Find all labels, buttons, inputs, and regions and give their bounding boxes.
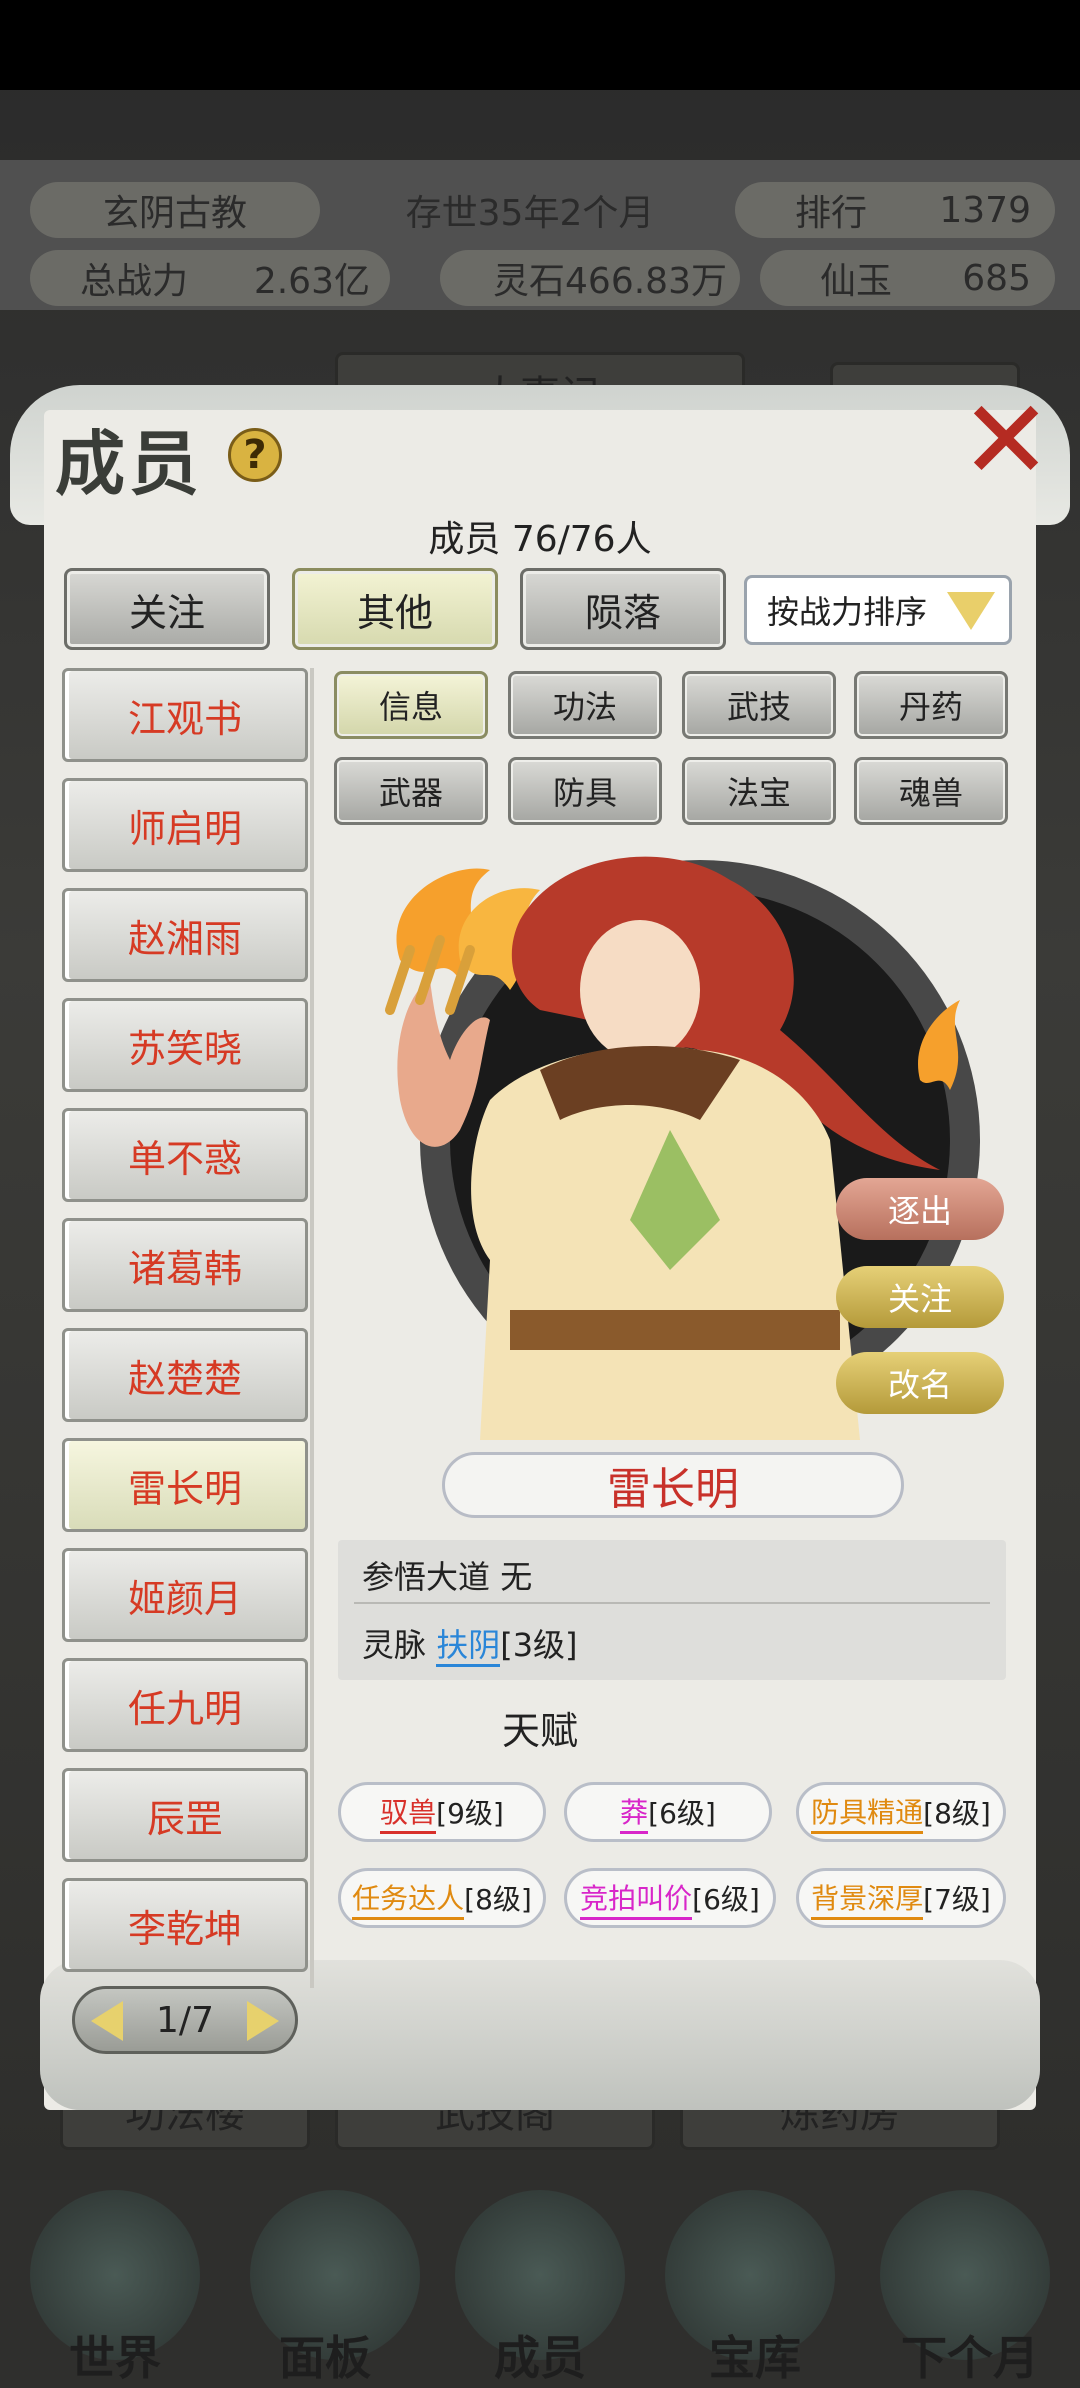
- talent-chip[interactable]: 莽 [6级]: [564, 1782, 772, 1842]
- tab-armor[interactable]: 防具: [508, 757, 662, 825]
- next-page-icon[interactable]: [247, 2001, 279, 2041]
- expel-button[interactable]: 逐出: [836, 1178, 1004, 1240]
- member-item[interactable]: 赵湘雨: [62, 888, 308, 982]
- member-item[interactable]: 苏笑晓: [62, 998, 308, 1092]
- member-item[interactable]: 江观书: [62, 668, 308, 762]
- info-box: 参悟大道 无 灵脉 扶阴[3级]: [338, 1540, 1006, 1680]
- rename-button[interactable]: 改名: [836, 1352, 1004, 1414]
- vein-row: 灵脉 扶阴[3级]: [362, 1620, 578, 1667]
- member-list: 江观书 师启明 赵湘雨 苏笑晓 单不惑 诸葛韩 赵楚楚 雷长明 姬颜月 任九明 …: [62, 668, 312, 1972]
- talent-chip[interactable]: 驭兽 [9级]: [338, 1782, 546, 1842]
- member-item[interactable]: 李乾坤: [62, 1878, 308, 1972]
- member-item[interactable]: 师启明: [62, 778, 308, 872]
- member-item[interactable]: 单不惑: [62, 1108, 308, 1202]
- pager: 1/7: [72, 1986, 298, 2054]
- status-bar: [0, 0, 1080, 90]
- talent-level: [8级]: [923, 1797, 991, 1830]
- spirit-stone: 灵石466.83万: [440, 250, 740, 306]
- talent-level: [8级]: [464, 1883, 532, 1916]
- talent-name: 竞拍叫价: [580, 1877, 693, 1920]
- talent-chip[interactable]: 竞拍叫价 [6级]: [564, 1868, 776, 1928]
- vein-level: [3级]: [500, 1626, 578, 1664]
- sort-dropdown[interactable]: 按战力排序: [744, 575, 1012, 645]
- character-portrait: [385, 856, 980, 1440]
- tab-techniques[interactable]: 武技: [682, 671, 836, 739]
- member-item[interactable]: 诸葛韩: [62, 1218, 308, 1312]
- talent-name: 防具精通: [811, 1791, 924, 1834]
- talent-name: 莽: [620, 1791, 649, 1834]
- talent-name: 驭兽: [380, 1791, 437, 1834]
- nav-treasury[interactable]: 宝库: [655, 2322, 855, 2388]
- dao-label: 参悟大道: [362, 1558, 491, 1596]
- talent-chip[interactable]: 任务达人 [8级]: [338, 1868, 546, 1928]
- nav-next-month[interactable]: 下个月: [870, 2322, 1070, 2388]
- rank-label: 排行: [795, 193, 868, 234]
- dao-row: 参悟大道 无: [362, 1552, 532, 1598]
- sect-name: 玄阴古教: [30, 182, 320, 238]
- talent-level: [6级]: [648, 1797, 716, 1830]
- talent-level: [9级]: [436, 1797, 504, 1830]
- nav-members[interactable]: 成员: [440, 2322, 640, 2388]
- member-item[interactable]: 辰罡: [62, 1768, 308, 1862]
- power-value: 2.63亿: [253, 261, 370, 302]
- member-item[interactable]: 姬颜月: [62, 1548, 308, 1642]
- rank-display: 排行 1379: [735, 182, 1055, 238]
- talent-header: 天赋: [0, 1700, 1080, 1755]
- bottom-nav: 世界 面板 成员 宝库 下个月: [0, 2180, 1080, 2388]
- jade-display: 仙玉 685: [760, 250, 1055, 306]
- tab-info[interactable]: 信息: [334, 671, 488, 739]
- member-count: 成员 76/76人: [428, 519, 652, 560]
- talent-level: [6级]: [692, 1883, 760, 1916]
- existence-duration: 存世35年2个月: [405, 193, 655, 234]
- sect-header: 玄阴古教 存世35年2个月 排行 1379 总战力 2.63亿 灵石466.83…: [0, 160, 1080, 310]
- tab-weapons[interactable]: 武器: [334, 757, 488, 825]
- member-item-selected[interactable]: 雷长明: [62, 1438, 308, 1532]
- member-item[interactable]: 赵楚楚: [62, 1328, 308, 1422]
- follow-button[interactable]: 关注: [836, 1266, 1004, 1328]
- filter-fallen[interactable]: 陨落: [520, 568, 726, 650]
- dao-value: 无: [500, 1558, 533, 1596]
- tab-pills[interactable]: 丹药: [854, 671, 1008, 739]
- nav-world[interactable]: 世界: [15, 2322, 215, 2388]
- close-icon[interactable]: ✕: [960, 385, 1052, 495]
- filter-other[interactable]: 其他: [292, 568, 498, 650]
- filter-follow[interactable]: 关注: [64, 568, 270, 650]
- tab-artifacts[interactable]: 法宝: [682, 757, 836, 825]
- vein-link[interactable]: 扶阴: [436, 1626, 501, 1667]
- chevron-down-icon: [947, 592, 995, 630]
- sort-label: 按战力排序: [767, 593, 928, 631]
- talent-chip[interactable]: 背景深厚 [7级]: [796, 1868, 1006, 1928]
- help-icon[interactable]: ?: [228, 428, 282, 482]
- modal-title: 成员: [55, 422, 203, 505]
- nav-panel[interactable]: 面板: [225, 2322, 425, 2388]
- page-indicator: 1/7: [156, 1999, 214, 2041]
- rank-value: 1379: [939, 189, 1031, 231]
- tab-skills[interactable]: 功法: [508, 671, 662, 739]
- talent-chip[interactable]: 防具精通 [8级]: [796, 1782, 1006, 1842]
- talent-title: 天赋: [501, 1709, 578, 1753]
- prev-page-icon[interactable]: [91, 2001, 123, 2041]
- tab-soul-beasts[interactable]: 魂兽: [854, 757, 1008, 825]
- total-power: 总战力 2.63亿: [30, 250, 390, 306]
- character-name: 雷长明: [442, 1452, 904, 1518]
- talent-level: [7级]: [923, 1883, 991, 1916]
- jade-value: 685: [962, 257, 1031, 299]
- divider: [354, 1602, 990, 1604]
- jade-label: 仙玉: [820, 261, 893, 302]
- vein-label: 灵脉: [362, 1626, 427, 1664]
- talent-name: 背景深厚: [811, 1877, 924, 1920]
- power-label: 总战力: [80, 261, 189, 302]
- talent-name: 任务达人: [352, 1877, 465, 1920]
